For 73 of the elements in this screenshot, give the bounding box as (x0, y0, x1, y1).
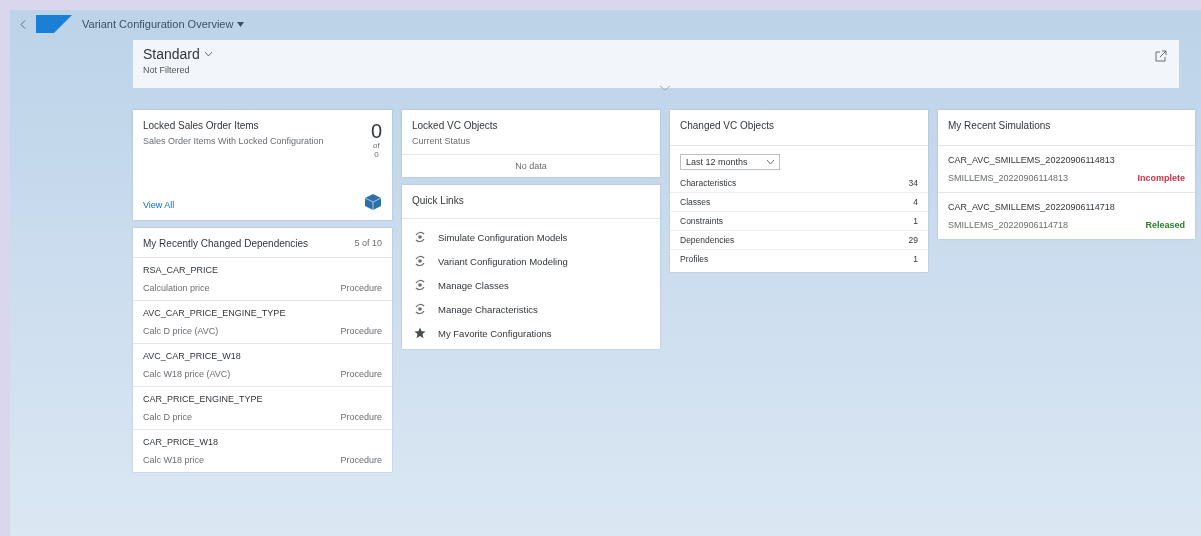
quick-link[interactable]: Variant Configuration Modeling (438, 255, 568, 267)
card-subtitle: Sales Order Items With Locked Configuration (143, 136, 324, 146)
dependency-item[interactable]: RSA_CAR_PRICE Calculation price Procedure (133, 258, 392, 301)
dependency-name: AVC_CAR_PRICE_ENGINE_TYPE (143, 308, 287, 318)
quick-link[interactable]: Manage Classes (438, 279, 509, 291)
simulation-status: Incomplete (1137, 173, 1185, 183)
dependency-type: Procedure (340, 283, 382, 293)
card-title: My Recent Simulations (948, 120, 1051, 131)
object-type: Dependencies (680, 235, 735, 245)
dependency-description: Calc W18 price (AVC) (143, 369, 231, 379)
quick-link[interactable]: Manage Characteristics (438, 303, 538, 315)
share-icon[interactable] (1155, 50, 1167, 62)
dependency-description: Calc D price (143, 412, 192, 422)
card-title: My Recently Changed Dependencies (143, 238, 309, 249)
simulation-name: CAR_AVC_SMILLEMS_20220906114813 (948, 155, 1116, 165)
simulation-id: SMILLEMS_20220906114718 (948, 220, 1068, 230)
card-subtitle: Current Status (412, 136, 472, 146)
view-all-link[interactable]: View All (143, 200, 175, 210)
kpi-value: 0 (370, 120, 382, 142)
kpi-of-label: of (372, 142, 381, 151)
object-count: 1 (913, 254, 918, 264)
simulation-item[interactable]: CAR_AVC_SMILLEMS_20220906114813 SMILLEMS_20220906114813 Incomplete (938, 146, 1195, 193)
app-title[interactable]: Variant Configuration Overview (82, 18, 245, 30)
object-type: Profiles (680, 254, 709, 264)
chevron-down-icon[interactable] (204, 51, 212, 57)
object-type: Classes (680, 197, 711, 207)
dependency-item[interactable]: AVC_CAR_PRICE_W18 Calc W18 price (AVC) Procedure (133, 344, 392, 387)
period-dropdown[interactable]: Last 12 months (680, 154, 780, 170)
object-count: 4 (913, 197, 918, 207)
dependency-description: Calc D price (AVC) (143, 326, 219, 336)
dependency-type: Procedure (340, 369, 382, 379)
kpi-card[interactable]: Locked Sales Order Items Sales Order Items With Locked Configuration 0 of 0 View All (133, 110, 392, 220)
dependency-type: Procedure (340, 455, 382, 465)
object-type: Characteristics (680, 178, 737, 188)
configuration-icon (414, 231, 426, 243)
configuration-icon (414, 255, 426, 267)
card-title: Locked VC Objects (412, 120, 499, 131)
card-title: Changed VC Objects (680, 120, 774, 131)
dependency-item[interactable]: CAR_PRICE_ENGINE_TYPE Calc D price Procedure (133, 387, 392, 430)
logo-icon[interactable] (36, 15, 72, 33)
dependency-description: Calculation price (143, 283, 210, 293)
object-count: 29 (908, 235, 918, 245)
dependency-name: CAR_PRICE_ENGINE_TYPE (143, 394, 264, 404)
dependency-description: Calc W18 price (143, 455, 205, 465)
star-icon (414, 327, 426, 339)
dependency-item[interactable]: CAR_PRICE_W18 Calc W18 price Procedure (133, 430, 392, 472)
kpi-total: 0 (373, 150, 380, 160)
card-title: Quick Links (412, 195, 464, 206)
dependency-type: Procedure (340, 412, 382, 422)
simulation-item[interactable]: CAR_AVC_SMILLEMS_20220906114718 SMILLEMS_20220906114718 Released (938, 193, 1195, 239)
dependency-name: AVC_CAR_PRICE_W18 (143, 351, 242, 361)
simulation-status: Released (1145, 220, 1185, 230)
chevron-down-icon[interactable] (767, 159, 774, 165)
caret-icon[interactable] (237, 21, 245, 27)
dependency-name: RSA_CAR_PRICE (143, 265, 220, 275)
configuration-icon (414, 303, 426, 315)
no-data-text: No data (514, 160, 548, 173)
item-count: 5 of 10 (354, 238, 382, 249)
variant-selector[interactable]: Standard (143, 46, 200, 62)
dependency-type: Procedure (340, 326, 382, 336)
simulation-id: SMILLEMS_20220906114813 (948, 173, 1068, 183)
dependency-item[interactable]: AVC_CAR_PRICE_ENGINE_TYPE Calc D price (AVC) Procedure (133, 301, 392, 344)
quick-link[interactable]: My Favorite Configurations (438, 327, 552, 339)
filter-status: Not Filtered (143, 65, 191, 75)
quick-link[interactable]: Simulate Configuration Models (438, 231, 568, 243)
object-count: 34 (908, 178, 918, 188)
object-type: Constraints (680, 216, 723, 226)
cube-icon (364, 194, 382, 210)
configuration-icon (414, 279, 426, 291)
object-count: 1 (913, 216, 918, 226)
dependency-name: CAR_PRICE_W18 (143, 437, 220, 447)
card-title: Locked Sales Order Items (143, 120, 260, 131)
simulation-name: CAR_AVC_SMILLEMS_20220906114718 (948, 202, 1116, 212)
